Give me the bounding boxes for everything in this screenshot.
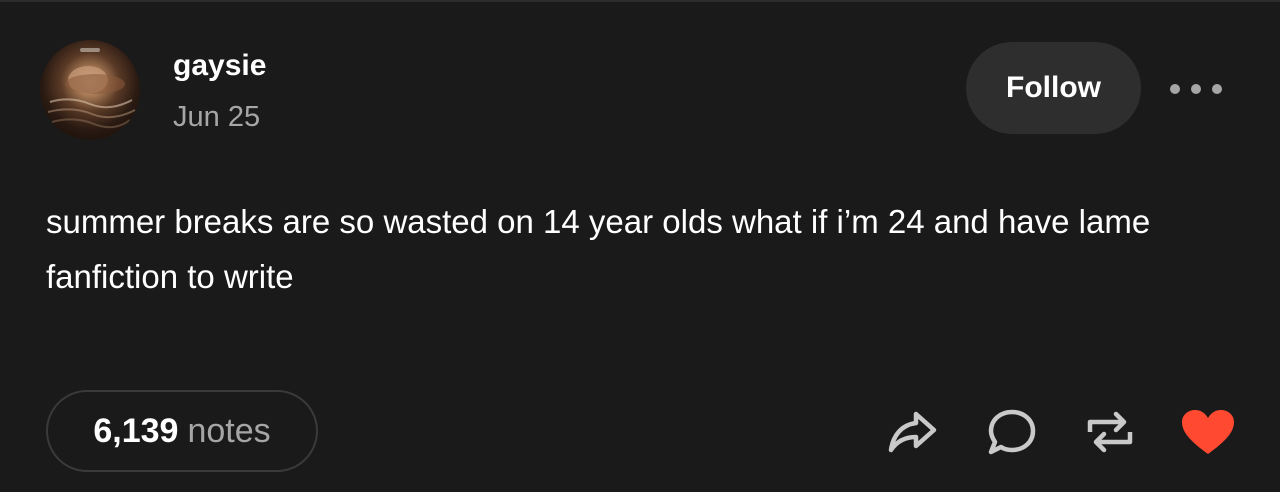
follow-button[interactable]: Follow	[966, 42, 1141, 134]
post-body-text: summer breaks are so wasted on 14 year o…	[46, 203, 1151, 295]
notes-button[interactable]: 6,139 notes	[46, 390, 318, 472]
more-dot	[1191, 84, 1201, 94]
post-date[interactable]: Jun 25	[173, 100, 260, 134]
share-button[interactable]	[886, 408, 938, 456]
notes-count: 6,139	[93, 411, 179, 450]
post-card: gaysie Jun 25 Follow summer breaks are s…	[0, 0, 1280, 492]
reblog-icon	[1087, 411, 1133, 453]
avatar[interactable]	[40, 40, 140, 140]
author-name[interactable]: gaysie	[173, 48, 266, 84]
reblog-button[interactable]	[1084, 408, 1136, 456]
share-icon	[888, 411, 937, 453]
reply-button[interactable]	[986, 408, 1038, 456]
avatar-image	[47, 48, 136, 129]
more-options-icon[interactable]	[1170, 74, 1222, 104]
reply-icon	[988, 409, 1036, 455]
like-button[interactable]	[1180, 408, 1234, 456]
notes-label: notes	[187, 411, 271, 450]
more-dot	[1170, 84, 1180, 94]
heart-icon	[1182, 410, 1234, 454]
more-dot	[1212, 84, 1222, 94]
